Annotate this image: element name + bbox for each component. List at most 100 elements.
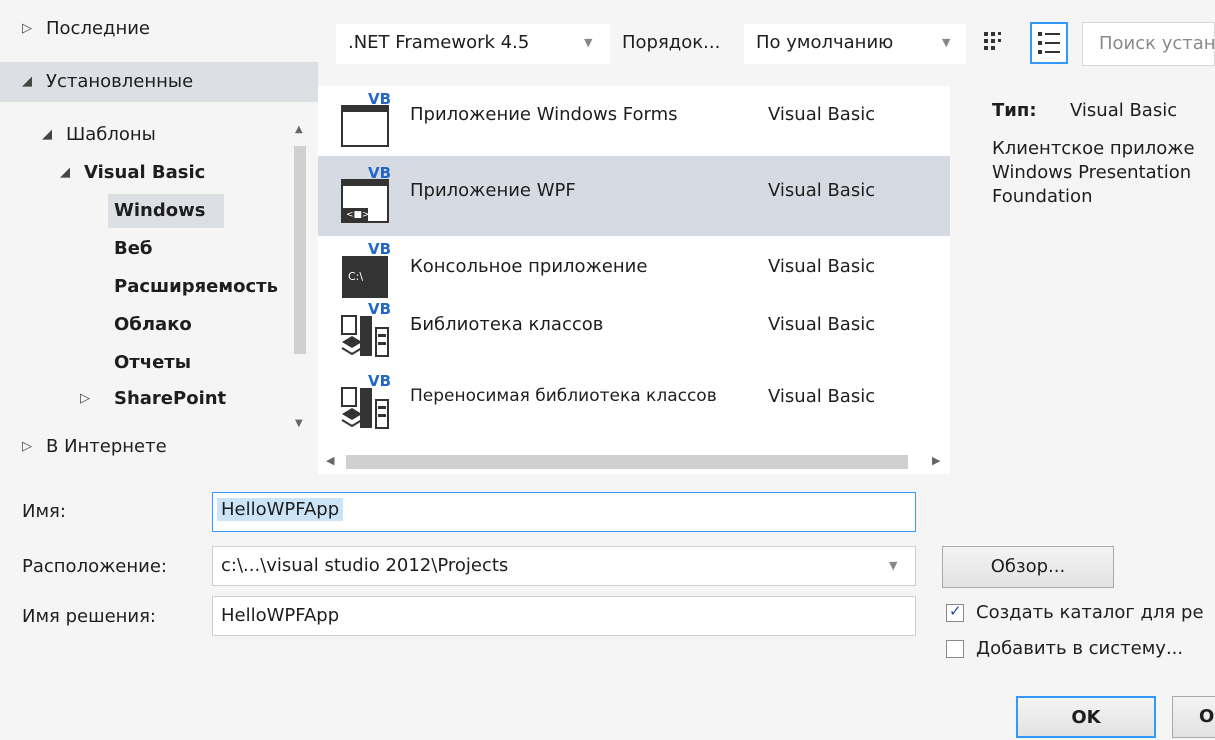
template-language: Visual Basic xyxy=(768,180,876,201)
ok-button[interactable]: OK xyxy=(1016,696,1156,738)
framework-dropdown-value: .NET Framework 4.5 xyxy=(348,32,530,53)
tree-item-label: Шаблоны xyxy=(66,124,156,145)
scroll-down-icon[interactable]: ▼ xyxy=(295,418,303,429)
tree-item-label: Последние xyxy=(46,18,151,39)
tree-item-label: Веб xyxy=(114,238,153,259)
tree-item-label: В Интернете xyxy=(46,436,167,457)
tree-item-reports[interactable]: Отчеты xyxy=(114,346,191,380)
description-text: Клиентское приложе xyxy=(992,138,1195,159)
template-description-panel: Тип: Visual Basic Клиентское приложе Win… xyxy=(950,86,1215,474)
template-name: Консольное приложение xyxy=(410,256,648,277)
description-text: Foundation xyxy=(992,186,1093,207)
tree-item-label: Установленные xyxy=(46,71,194,92)
name-label: Имя: xyxy=(22,501,66,522)
description-text: Windows Presentation xyxy=(992,162,1192,183)
console-glyph: C:\ xyxy=(348,270,364,283)
location-value: c:\...\visual studio 2012\Projects xyxy=(221,555,509,576)
portable-library-icon: VB xyxy=(338,370,402,434)
add-to-source-control-label: Добавить в систему... xyxy=(976,638,1184,659)
tree-item-label: Облако xyxy=(114,314,192,335)
expand-arrow-icon[interactable]: ▷ xyxy=(22,12,32,46)
project-name-input[interactable]: HelloWPFApp xyxy=(212,492,916,532)
vb-badge: VB xyxy=(368,372,392,390)
solution-name-input[interactable]: HelloWPFApp xyxy=(212,596,916,636)
type-value: Visual Basic xyxy=(1070,100,1178,121)
tree-item-label: Visual Basic xyxy=(84,162,206,183)
collapse-arrow-icon[interactable]: ◢ xyxy=(22,62,32,102)
tree-item-label: Расширяемость xyxy=(114,276,278,297)
browse-button[interactable]: Обзор... xyxy=(942,546,1114,588)
ok-button-label: OK xyxy=(1071,707,1101,728)
template-name: Библиотека классов xyxy=(410,314,604,335)
create-directory-label: Создать каталог для ре xyxy=(976,602,1204,623)
solution-name-value: HelloWPFApp xyxy=(221,605,340,626)
vb-badge: VB xyxy=(368,300,392,318)
create-directory-checkbox[interactable]: ✓ xyxy=(946,602,964,622)
class-library-icon: VB xyxy=(338,298,402,362)
tree-item-extensibility[interactable]: Расширяемость xyxy=(114,270,278,304)
scrollbar-thumb[interactable] xyxy=(346,455,908,469)
template-language: Visual Basic xyxy=(768,256,876,277)
scroll-left-icon[interactable]: ◀ xyxy=(326,454,334,467)
wpf-glyph: <■> xyxy=(346,210,370,220)
template-row-class-library[interactable]: VB Библиотека классов Visual Basic xyxy=(318,290,950,370)
collapse-arrow-icon[interactable]: ◢ xyxy=(42,118,52,152)
tree-item-online[interactable]: ▷ В Интернете xyxy=(0,430,318,464)
project-name-value: HelloWPFApp xyxy=(217,498,344,521)
location-label: Расположение: xyxy=(22,556,167,577)
checkmark-icon: ✓ xyxy=(949,602,962,620)
list-view-icon[interactable] xyxy=(1030,22,1068,64)
type-label: Тип: xyxy=(992,100,1037,121)
sort-label: Порядок... xyxy=(622,32,721,53)
expand-arrow-icon[interactable]: ▷ xyxy=(22,430,32,464)
sort-dropdown-value: По умолчанию xyxy=(756,32,894,53)
search-input[interactable]: Поиск устан xyxy=(1082,22,1215,66)
tree-item-visual-basic[interactable]: ◢ Visual Basic xyxy=(0,156,290,190)
cancel-button[interactable]: О xyxy=(1172,696,1215,738)
scroll-right-icon[interactable]: ▶ xyxy=(932,454,940,467)
scroll-up-icon[interactable]: ▲ xyxy=(295,124,303,135)
solution-name-label: Имя решения: xyxy=(22,606,156,627)
windows-forms-icon: VB xyxy=(338,88,402,152)
cancel-button-label: О xyxy=(1199,706,1215,727)
tree-item-windows[interactable]: Windows xyxy=(108,194,224,228)
template-name: Приложение Windows Forms xyxy=(410,104,678,125)
template-row-portable-library[interactable]: VB Переносимая библиотека классов Visual… xyxy=(318,362,950,442)
template-row-windows-forms[interactable]: VB Приложение Windows Forms Visual Basic xyxy=(318,80,950,160)
chevron-down-icon: ▼ xyxy=(584,36,593,49)
tree-item-label: SharePoint xyxy=(114,388,227,409)
scrollbar-thumb[interactable] xyxy=(294,146,306,354)
small-icons-view-icon[interactable] xyxy=(980,26,1008,60)
template-name: Переносимая библиотека классов xyxy=(410,386,717,406)
tree-item-templates[interactable]: ◢ Шаблоны xyxy=(0,118,290,152)
template-row-wpf[interactable]: <■> VB Приложение WPF Visual Basic xyxy=(318,156,950,236)
tree-scrollbar[interactable]: ▲ ▼ xyxy=(292,118,308,438)
template-language: Visual Basic xyxy=(768,314,876,335)
tree-item-label: Отчеты xyxy=(114,352,192,373)
chevron-down-icon: ▼ xyxy=(942,36,951,49)
search-placeholder: Поиск устан xyxy=(1099,33,1215,54)
template-list-h-scrollbar[interactable]: ◀ ▶ xyxy=(318,452,950,472)
sort-dropdown[interactable]: По умолчанию ▼ xyxy=(744,24,966,64)
wpf-app-icon: <■> VB xyxy=(338,164,402,228)
location-dropdown[interactable]: c:\...\visual studio 2012\Projects ▼ xyxy=(212,546,916,586)
template-tree-panel: ▷ Последние ◢ Установленные ◢ Шаблоны ◢ … xyxy=(0,0,318,474)
tree-item-sharepoint[interactable]: ▷ SharePoint xyxy=(0,382,290,416)
tree-item-cloud[interactable]: Облако xyxy=(114,308,192,342)
template-language: Visual Basic xyxy=(768,104,876,125)
framework-dropdown[interactable]: .NET Framework 4.5 ▼ xyxy=(336,24,610,64)
expand-arrow-icon[interactable]: ▷ xyxy=(80,382,90,416)
template-name: Приложение WPF xyxy=(410,180,576,201)
browse-button-label: Обзор... xyxy=(990,556,1066,577)
tree-item-recent[interactable]: ▷ Последние xyxy=(0,12,318,46)
tree-item-installed[interactable]: ◢ Установленные xyxy=(0,62,318,102)
vb-badge: VB xyxy=(368,164,392,182)
tree-item-label: Windows xyxy=(114,200,206,221)
chevron-down-icon: ▼ xyxy=(889,559,898,572)
collapse-arrow-icon[interactable]: ◢ xyxy=(60,156,70,190)
tree-item-web[interactable]: Веб xyxy=(114,232,153,266)
vb-badge: VB xyxy=(368,240,392,258)
vb-badge: VB xyxy=(368,90,392,108)
template-language: Visual Basic xyxy=(768,386,876,407)
add-to-source-control-checkbox[interactable] xyxy=(946,640,964,658)
